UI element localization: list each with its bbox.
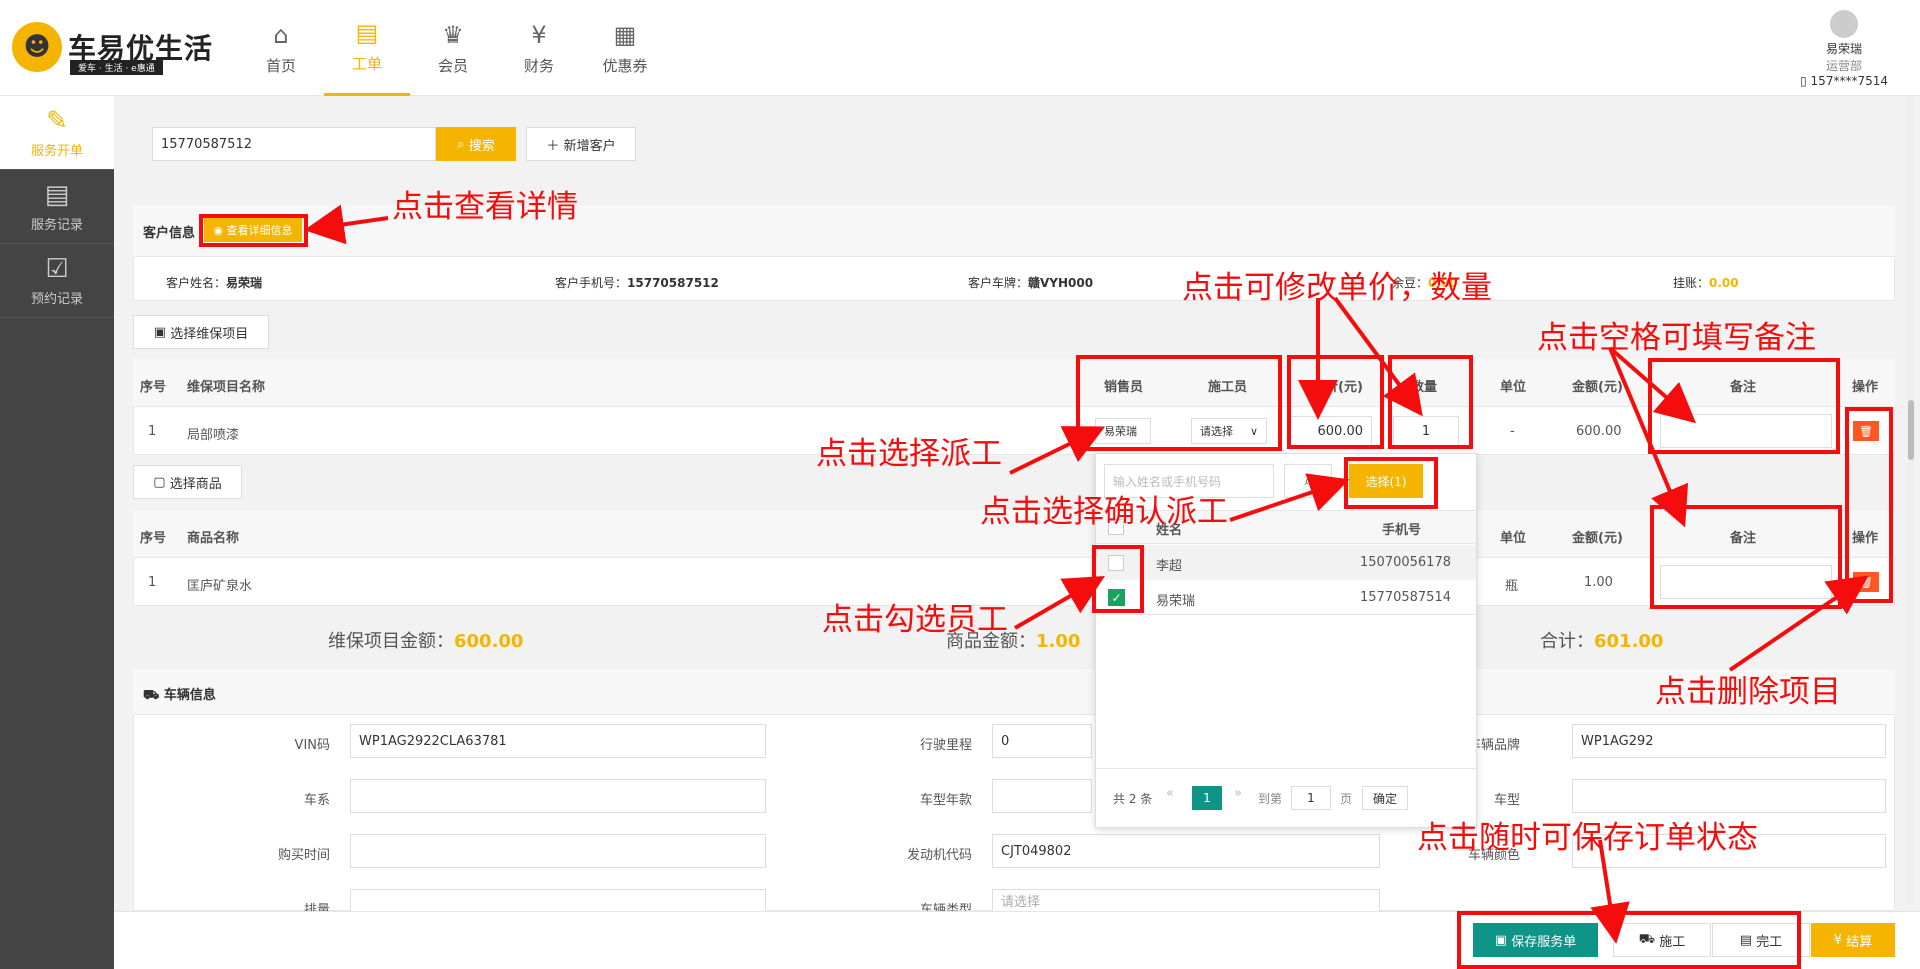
annotation-delete: 点击删除项目 — [1655, 674, 1841, 710]
annotation-save-anytime: 点击随时可保存订单状态 — [1417, 820, 1758, 856]
arrow-dispatch-select — [1229, 473, 1350, 522]
arrow-view-detail — [304, 204, 389, 245]
arrow-qty — [1333, 296, 1423, 417]
arrow-check-staff — [1013, 575, 1105, 630]
arrow-delete — [1728, 575, 1869, 672]
annotation-view-detail: 点击查看详情 — [392, 189, 578, 225]
arrow-dispatch — [1009, 426, 1106, 475]
arrow-remark — [1608, 346, 1697, 424]
annotation-confirm-dispatch: 点击选择确认派工 — [980, 494, 1228, 530]
arrow-goods-remark — [1608, 347, 1689, 528]
annotation-check-staff: 点击勾选员工 — [822, 602, 1008, 638]
annotation-dispatch: 点击选择派工 — [816, 436, 1002, 472]
annotation-edit-price: 点击可修改单价，数量 — [1182, 270, 1492, 306]
annotation-remark: 点击空格可填写备注 — [1537, 320, 1816, 356]
